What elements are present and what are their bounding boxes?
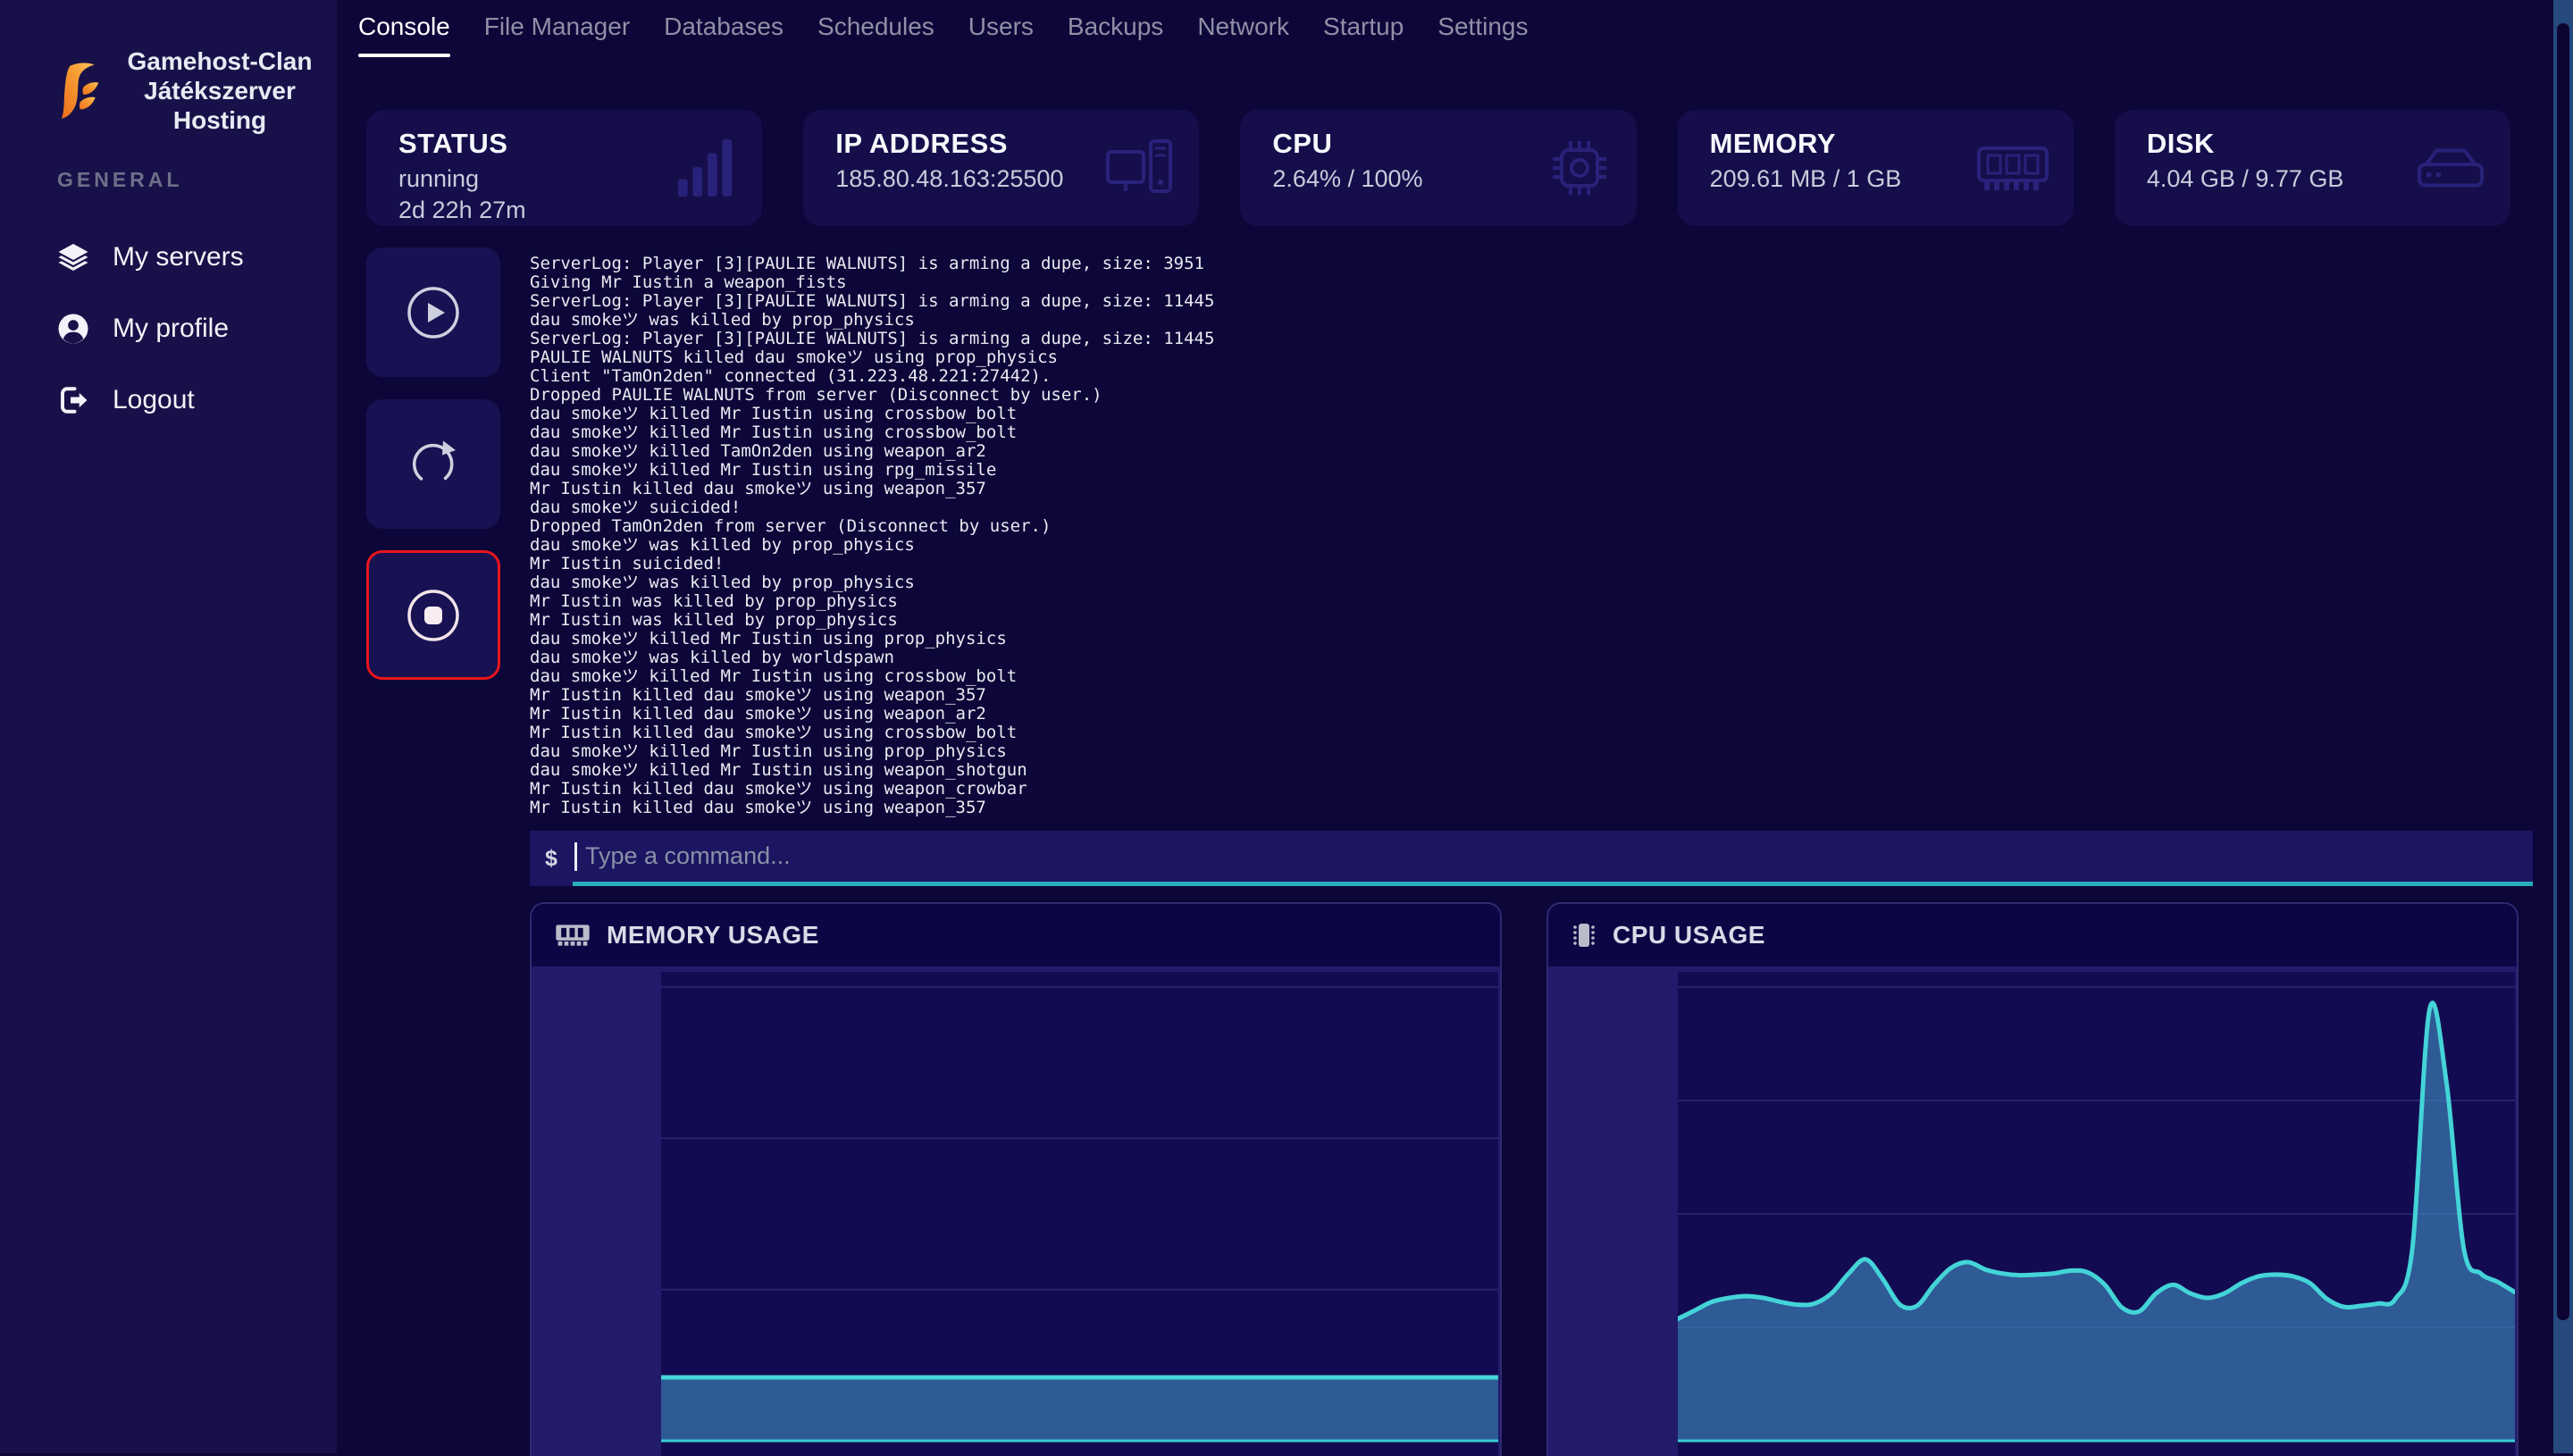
tab-startup[interactable]: Startup (1323, 0, 1404, 59)
text-caret (574, 842, 577, 871)
console-line: dau smokeツ was killed by prop_physics (530, 311, 2533, 330)
chart-header: CPU USAGE (1548, 904, 2517, 966)
console-line: dau smokeツ killed Mr Iustin using crossb… (530, 405, 2533, 423)
disk-icon (2416, 142, 2485, 194)
console-line: ServerLog: Player [3][PAULIE WALNUTS] is… (530, 330, 2533, 348)
console-line: dau smokeツ killed Mr Iustin using crossb… (530, 667, 2533, 686)
chart-plot-area (661, 972, 1498, 1456)
tab-schedules[interactable]: Schedules (817, 0, 934, 59)
console-line: Dropped PAULIE WALNUTS from server (Disc… (530, 386, 2533, 405)
memory-card: MEMORY 209.61 MB / 1 GB (1678, 110, 2074, 226)
signal-bars-icon (676, 136, 737, 200)
cpu-usage-chart-card: CPU USAGE 8%6%4%2%0% (1546, 902, 2519, 1456)
console-line: Mr Iustin killed dau smokeツ using crossb… (530, 724, 2533, 742)
tab-console[interactable]: Console (358, 0, 450, 59)
console-line: Giving Mr Iustin a weapon_fists (530, 273, 2533, 292)
console-line: Mr Iustin killed dau smokeツ using weapon… (530, 799, 2533, 817)
console-line: dau smokeツ suicided! (530, 498, 2533, 517)
console-line: Mr Iustin killed dau smokeツ using weapon… (530, 480, 2533, 498)
chart-body: 8%6%4%2%0% (1548, 966, 2517, 1456)
cpu-card: CPU 2.64% / 100% (1240, 110, 1636, 226)
tab-backups[interactable]: Backups (1068, 0, 1163, 59)
console-line: ServerLog: Player [3][PAULIE WALNUTS] is… (530, 255, 2533, 273)
stats-row: STATUS running 2d 22h 27m IP ADDRESS 185… (366, 110, 2510, 226)
console-line: dau smokeツ was killed by prop_physics (530, 536, 2533, 555)
console-line: Mr Iustin killed dau smokeツ using weapon… (530, 686, 2533, 705)
console-line: Mr Iustin was killed by prop_physics (530, 592, 2533, 611)
console-output[interactable]: ServerLog: Player [3][PAULIE WALNUTS] is… (530, 255, 2533, 819)
console-line: dau smokeツ was killed by prop_physics (530, 573, 2533, 592)
ram-icon (555, 923, 591, 948)
brand-title: Gamehost-Clan Játékszerver Hosting (122, 46, 318, 135)
brand: Gamehost-Clan Játékszerver Hosting (54, 46, 318, 135)
chart-header: MEMORY USAGE (532, 904, 1500, 966)
logout-icon (57, 384, 89, 416)
disk-card: DISK 4.04 GB / 9.77 GB (2115, 110, 2510, 226)
sidebar-item-my-servers[interactable]: My servers (0, 222, 337, 293)
sidebar-item-logout[interactable]: Logout (0, 364, 337, 436)
main-content: Console File Manager Databases Schedules Use… (337, 0, 2573, 1453)
console-line: dau smokeツ killed Mr Iustin using prop_p… (530, 742, 2533, 761)
console-line: dau smokeツ killed Mr Iustin using prop_p… (530, 630, 2533, 649)
console-line: Mr Iustin killed dau smokeツ using weapon… (530, 780, 2533, 799)
tab-network[interactable]: Network (1197, 0, 1289, 59)
chart-title: CPU USAGE (1613, 921, 1765, 950)
scrollbar-thumb[interactable] (2557, 23, 2569, 1320)
console-line: dau smokeツ killed Mr Iustin using weapon… (530, 761, 2533, 780)
cpu-chip-icon (1547, 136, 1612, 200)
console-line: Mr Iustin was killed by prop_physics (530, 611, 2533, 630)
console-line: Dropped TamOn2den from server (Disconnec… (530, 517, 2533, 536)
sidebar-item-my-profile[interactable]: My profile (0, 293, 337, 364)
sidebar-menu: My servers My profile Logout (0, 222, 337, 436)
start-server-button[interactable] (366, 247, 500, 377)
chart-plot-area (1678, 972, 2515, 1456)
page-scrollbar[interactable] (2553, 0, 2573, 1453)
tab-users[interactable]: Users (968, 0, 1034, 59)
server-tab-bar: Console File Manager Databases Schedules Use… (358, 0, 1528, 59)
chip-icon (1571, 921, 1597, 950)
brand-logo-icon (54, 62, 105, 121)
status-uptime: 2d 22h 27m (398, 197, 762, 224)
ram-icon (1977, 141, 2049, 195)
console-line: Mr Iustin killed dau smokeツ using weapon… (530, 705, 2533, 724)
user-icon (57, 313, 89, 345)
console-line: PAULIE WALNUTS killed dau smokeツ using p… (530, 348, 2533, 367)
sidebar: Gamehost-Clan Játékszerver Hosting GENER… (0, 0, 337, 1453)
console-line: dau smokeツ was killed by worldspawn (530, 649, 2533, 667)
console-line: dau smokeツ killed Mr Iustin using crossb… (530, 423, 2533, 442)
sidebar-item-label: My profile (113, 314, 229, 344)
layers-icon (57, 241, 89, 273)
chart-body: 1500Mb1000Mb500Mb0Mb (532, 966, 1500, 1456)
stop-server-button[interactable] (366, 550, 500, 680)
console-line: dau smokeツ killed Mr Iustin using rpg_mi… (530, 461, 2533, 480)
restart-icon (405, 436, 462, 493)
chart-title: MEMORY USAGE (607, 921, 819, 950)
sidebar-item-label: Logout (113, 385, 195, 415)
tab-databases[interactable]: Databases (664, 0, 784, 59)
tab-file-manager[interactable]: File Manager (484, 0, 630, 59)
ip-address-card: IP ADDRESS 185.80.48.163:25500 (803, 110, 1199, 226)
play-icon (405, 284, 462, 341)
command-input[interactable] (573, 831, 2533, 882)
stop-icon (405, 587, 462, 644)
status-card: STATUS running 2d 22h 27m (366, 110, 762, 226)
tab-settings[interactable]: Settings (1437, 0, 1528, 59)
console-line: Client "TamOn2den" connected (31.223.48.… (530, 367, 2533, 386)
computer-icon (1106, 137, 1174, 199)
console-line: Mr Iustin suicided! (530, 555, 2533, 573)
command-prompt-symbol: $ (530, 831, 573, 886)
command-bar: $ (530, 831, 2533, 886)
sidebar-section-general: GENERAL (57, 168, 182, 192)
console-line: dau smokeツ killed TamOn2den using weapon… (530, 442, 2533, 461)
memory-usage-chart-card: MEMORY USAGE 1500Mb1000Mb500Mb0Mb (530, 902, 1502, 1456)
restart-server-button[interactable] (366, 399, 500, 529)
command-input-wrap (573, 831, 2533, 886)
sidebar-item-label: My servers (113, 242, 244, 272)
console-line: ServerLog: Player [3][PAULIE WALNUTS] is… (530, 292, 2533, 311)
